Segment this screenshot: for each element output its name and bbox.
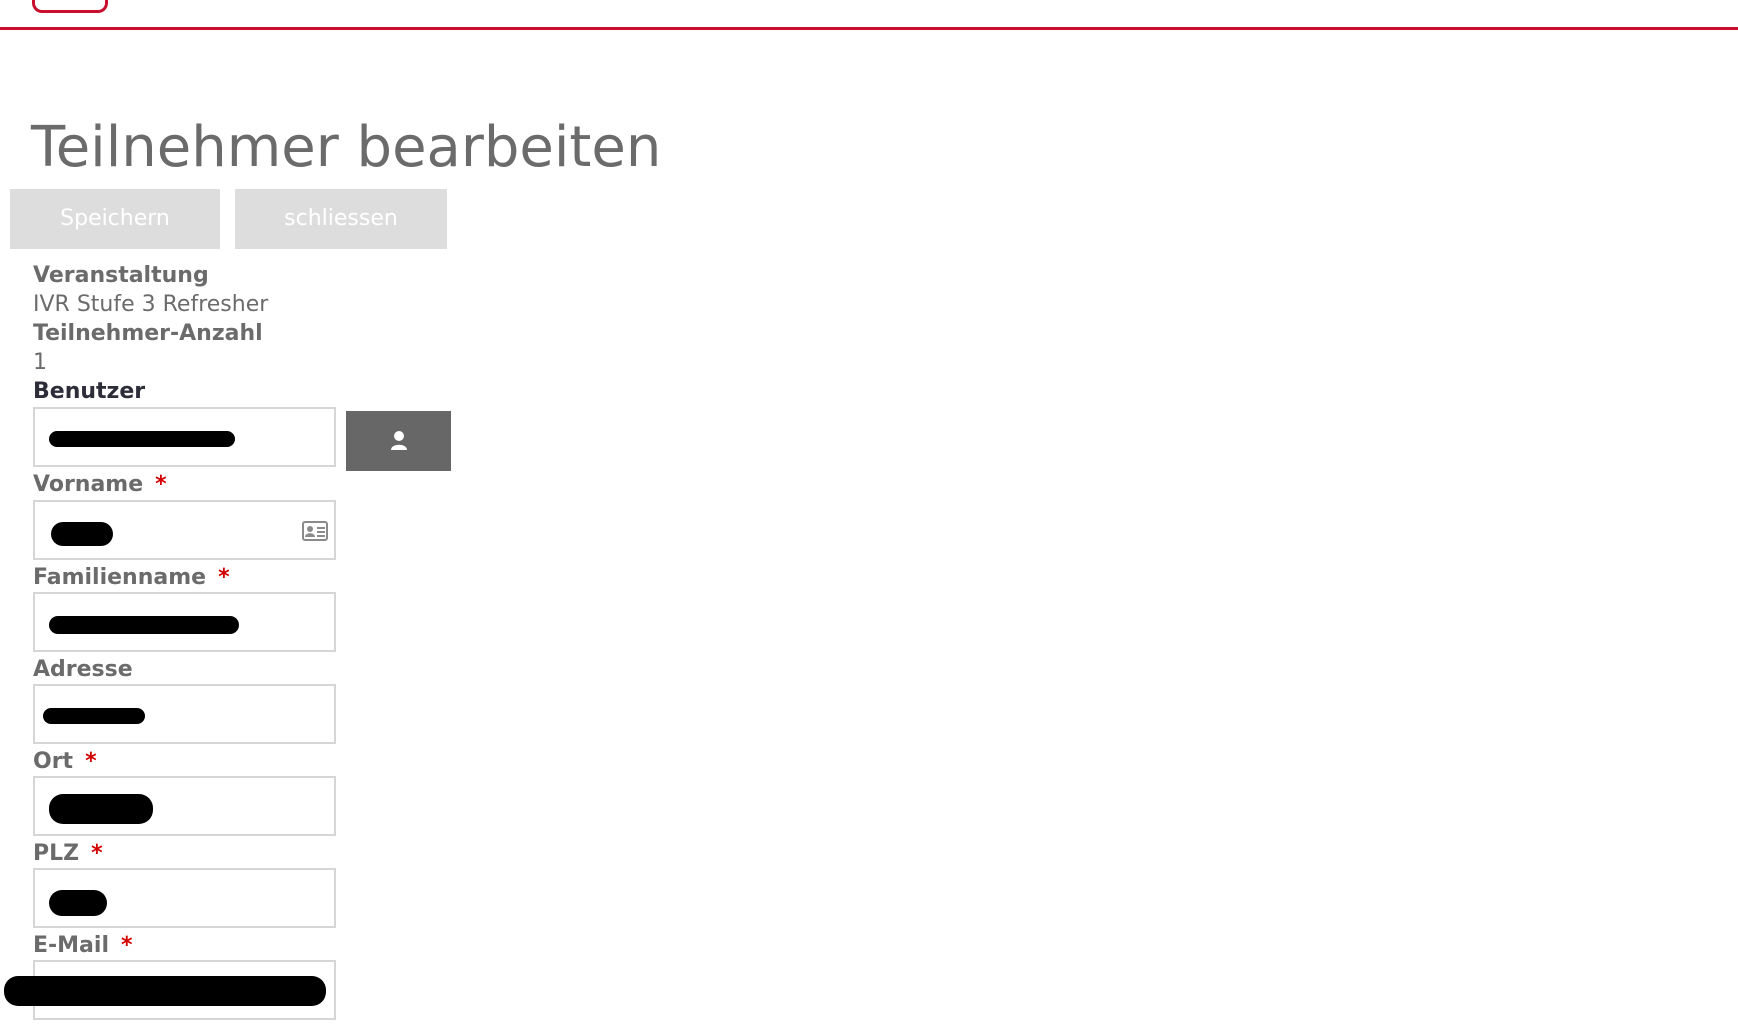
zip-label-text: PLZ — [33, 841, 80, 866]
city-field[interactable] — [33, 776, 336, 836]
redaction-mark — [49, 794, 153, 824]
first-name-label-text: Vorname — [33, 472, 144, 497]
zip-field[interactable] — [33, 868, 336, 928]
last-name-label: Familienname * — [33, 564, 230, 592]
city-label: Ort * — [33, 748, 97, 776]
participant-count-label: Teilnehmer-Anzahl — [33, 321, 263, 346]
user-field[interactable] — [33, 407, 336, 467]
first-name-label: Vorname * — [33, 471, 167, 499]
close-button[interactable]: schliessen — [235, 189, 447, 249]
user-label: Benutzer — [33, 379, 146, 404]
user-lookup-button[interactable] — [346, 411, 451, 471]
required-marker: * — [218, 565, 230, 590]
first-name-field[interactable] — [33, 500, 336, 560]
redaction-mark — [49, 616, 239, 634]
event-value: IVR Stufe 3 Refresher — [33, 292, 269, 317]
logo[interactable] — [32, 0, 108, 13]
last-name-field[interactable] — [33, 592, 336, 652]
required-marker: * — [91, 841, 103, 866]
address-field[interactable] — [33, 684, 336, 744]
user-icon — [391, 431, 407, 450]
zip-label: PLZ * — [33, 840, 103, 868]
redaction-mark — [49, 890, 107, 916]
participant-count-value: 1 — [33, 350, 47, 375]
address-label: Adresse — [33, 657, 133, 682]
save-button[interactable]: Speichern — [10, 189, 220, 249]
required-marker: * — [120, 933, 133, 958]
redaction-mark — [49, 431, 235, 447]
event-label: Veranstaltung — [33, 263, 209, 288]
redaction-mark — [43, 708, 145, 724]
redaction-mark — [4, 976, 326, 1006]
email-label-text: E-Mail — [33, 933, 109, 958]
city-label-text: Ort — [33, 749, 74, 774]
page-title: Teilnehmer bearbeiten — [31, 115, 662, 180]
redaction-mark — [51, 522, 113, 546]
required-marker: * — [85, 749, 97, 774]
contact-card-icon[interactable] — [302, 521, 328, 541]
required-marker: * — [155, 472, 167, 497]
top-header-bar — [0, 0, 1738, 30]
email-label: E-Mail * — [33, 932, 133, 960]
last-name-label-text: Familienname — [33, 565, 207, 590]
